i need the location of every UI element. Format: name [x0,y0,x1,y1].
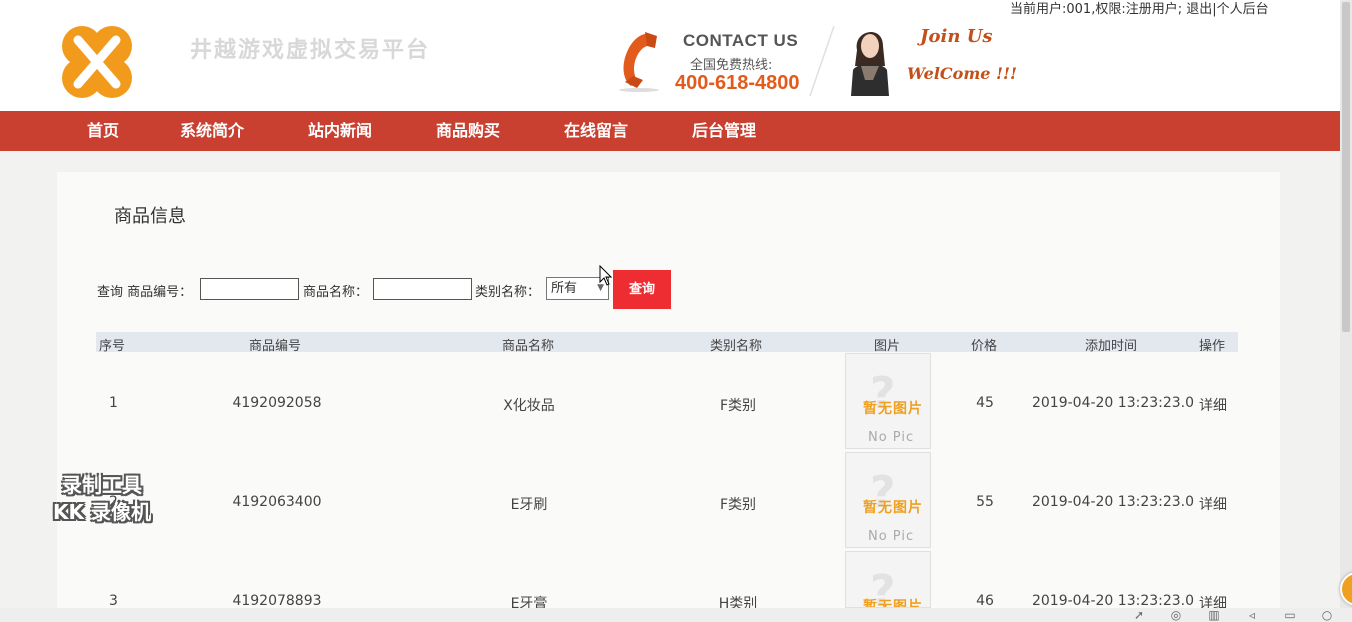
row-price: 55 [976,494,994,510]
col-header-added-time: 添加时间 [1085,339,1138,354]
product-image: ? 暂无图片 [845,551,931,608]
product-code-label: 查询 商品编号： [97,285,193,300]
col-header-code: 商品编号 [249,339,302,354]
row-category: F类别 [719,398,757,414]
window-icon[interactable]: ▭ [1283,608,1297,622]
row-time: 2019-04-20 13:23:23.0 [1031,494,1195,510]
product-name-input[interactable] [373,278,472,300]
avatar-image [843,20,895,96]
category-label: 类别名称： [475,285,541,300]
no-pic-label-en: No Pic [868,529,915,544]
nav-system-intro[interactable]: 系统简介 [180,111,244,151]
welcome-text: WelCome !!! [907,64,1018,83]
contact-phone: 400-618-4800 [675,72,800,94]
col-header-action: 操作 [1199,339,1226,354]
join-us-text: Join Us [920,26,993,47]
mouse-cursor-icon [599,265,613,286]
row-category: F类别 [719,497,757,513]
no-pic-label-en: No Pic [868,430,915,445]
row-time: 2019-04-20 13:23:23.0 [1031,593,1195,609]
speaker-icon[interactable]: ◃ [1245,608,1259,622]
row-no: 1 [109,395,118,411]
row-price: 46 [976,593,994,609]
no-pic-label: 暂无图片 [863,401,923,417]
nav-home[interactable]: 首页 [87,111,119,151]
site-header: 井越游戏虚拟交易平台 当前用户:001,权限:注册用户; 退出|个人后台 CON… [0,0,1340,111]
page-scrollbar[interactable] [1340,0,1352,608]
user-info: 当前用户:001,权限:注册用户; [1010,2,1183,17]
row-name: E牙刷 [510,497,548,513]
row-code: 4192092058 [232,395,322,411]
browser-icon[interactable]: ◎ [1169,608,1183,622]
phone-icon [619,32,659,92]
col-header-picture: 图片 [874,339,901,354]
row-time: 2019-04-20 13:23:23.0 [1031,395,1195,411]
no-pic-label: 暂无图片 [863,599,923,608]
trash-icon[interactable]: ▥ [1207,608,1221,622]
category-select-value: 所有 [551,281,578,296]
scrollbar-thumb[interactable] [1342,2,1350,332]
col-header-category: 类别名称 [710,339,763,354]
nav-buy-products[interactable]: 商品购买 [436,111,500,151]
site-title: 井越游戏虚拟交易平台 [190,37,431,63]
col-header-no: 序号 [99,339,126,354]
user-bar: 当前用户:001,权限:注册用户; 退出|个人后台 [1010,0,1269,17]
bottom-toolbar [0,608,1352,622]
contact-hotline-label: 全国免费热线: [690,58,773,73]
product-image: ? 暂无图片 No Pic [845,353,931,449]
site-logo[interactable] [58,24,136,100]
detail-link[interactable]: 详细 [1199,395,1227,415]
col-header-price: 价格 [971,339,998,354]
row-code: 4192078893 [232,593,322,609]
nav-admin[interactable]: 后台管理 [692,111,756,151]
row-no: 3 [109,593,118,609]
main-nav: 首页 系统简介 站内新闻 商品购买 在线留言 后台管理 [0,111,1340,151]
row-name: X化妆品 [503,398,555,414]
col-header-name: 商品名称 [502,339,555,354]
contact-title: CONTACT US [683,31,799,50]
nav-site-news[interactable]: 站内新闻 [308,111,372,151]
search-button[interactable]: 查询 [613,270,671,309]
content-panel [57,172,1280,608]
watermark-line-2: KK 录像机 [53,500,151,524]
rocket-icon[interactable]: ➚ [1132,608,1146,622]
page-title: 商品信息 [114,206,186,227]
logout-link[interactable]: 退出 [1186,2,1212,17]
no-pic-label: 暂无图片 [863,500,923,516]
detail-link[interactable]: 详细 [1199,494,1227,514]
recorder-watermark: 录制工具 KK 录像机 [32,472,172,526]
product-name-label: 商品名称： [303,285,369,300]
nav-online-message[interactable]: 在线留言 [564,111,628,151]
search-icon[interactable]: ○ [1320,608,1334,622]
row-price: 45 [976,395,994,411]
product-code-input[interactable] [200,278,299,300]
personal-backend-link[interactable]: 个人后台 [1217,2,1269,17]
row-code: 4192063400 [232,494,322,510]
watermark-line-1: 录制工具 [62,473,142,497]
header-divider [809,25,835,97]
product-image: ? 暂无图片 No Pic [845,452,931,548]
